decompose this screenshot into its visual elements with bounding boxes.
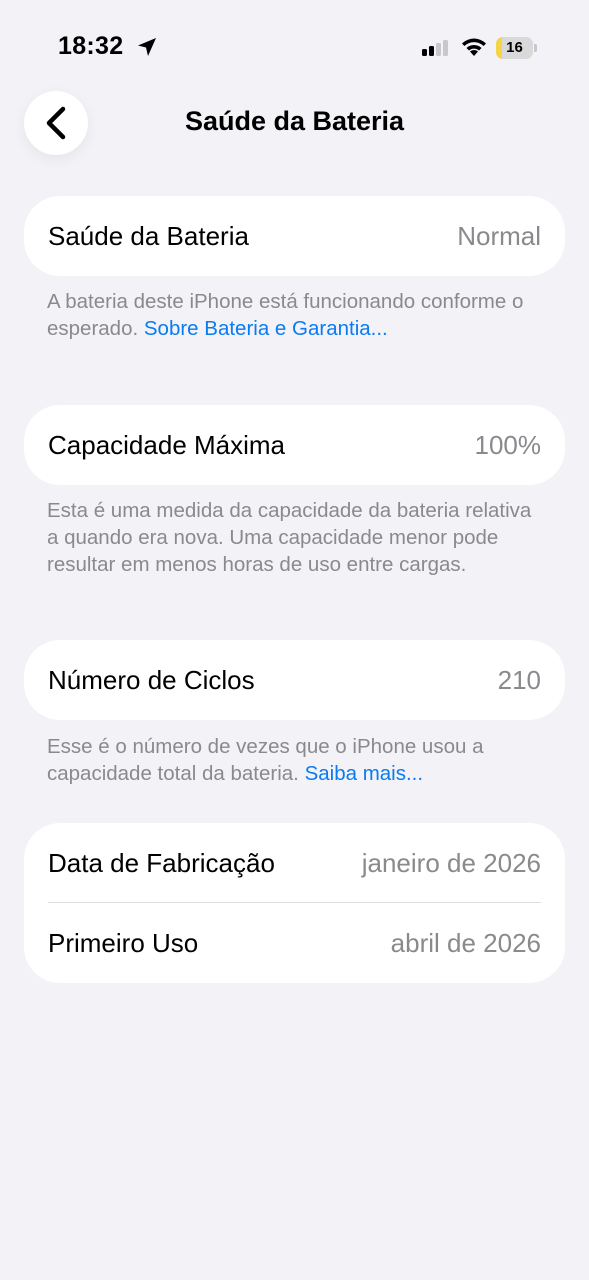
battery-level: 16 [506,39,523,56]
wifi-icon [462,38,486,56]
cycle-count-label: Número de Ciclos [48,664,255,695]
cellular-signal-icon [422,40,448,56]
battery-health-card: Saúde da Bateria Normal [24,196,565,276]
manufacture-date-row: Data de Fabricação janeiro de 2026 [24,823,565,903]
first-use-value: abril de 2026 [390,927,541,958]
manufacture-date-label: Data de Fabricação [48,847,275,878]
status-bar: 18:32 16 [0,0,589,80]
location-arrow-icon [138,38,156,56]
max-capacity-footer: Esta é uma medida da capacidade da bater… [47,499,532,576]
dates-card: Data de Fabricação janeiro de 2026 Prime… [24,823,565,983]
learn-more-link[interactable]: Saiba mais... [305,762,424,785]
max-capacity-label: Capacidade Máxima [48,429,286,460]
page-title: Saúde da Bateria [184,106,405,136]
cycle-count-footer: Esse é o número de vezes que o iPhone us… [47,733,547,787]
status-time: 18:32 [58,32,124,60]
battery-health-footer: A bateria deste iPhone está funcionando … [47,288,547,342]
max-capacity-value: 100% [474,429,542,460]
battery-health-value: Normal [457,220,541,251]
battery-warranty-link[interactable]: Sobre Bateria e Garantia... [144,317,388,340]
cycle-count-value: 210 [497,664,541,695]
battery-health-label: Saúde da Bateria [48,220,249,251]
manufacture-date-value: janeiro de 2026 [361,847,541,878]
battery-icon: 16 [496,37,537,59]
cycle-count-row: Número de Ciclos 210 [24,640,565,720]
first-use-label: Primeiro Uso [48,927,199,958]
battery-health-row: Saúde da Bateria Normal [24,196,565,276]
max-capacity-row: Capacidade Máxima 100% [24,405,565,485]
cycle-count-card: Número de Ciclos 210 [24,640,565,720]
max-capacity-card: Capacidade Máxima 100% [24,405,565,485]
first-use-row: Primeiro Uso abril de 2026 [24,903,565,983]
